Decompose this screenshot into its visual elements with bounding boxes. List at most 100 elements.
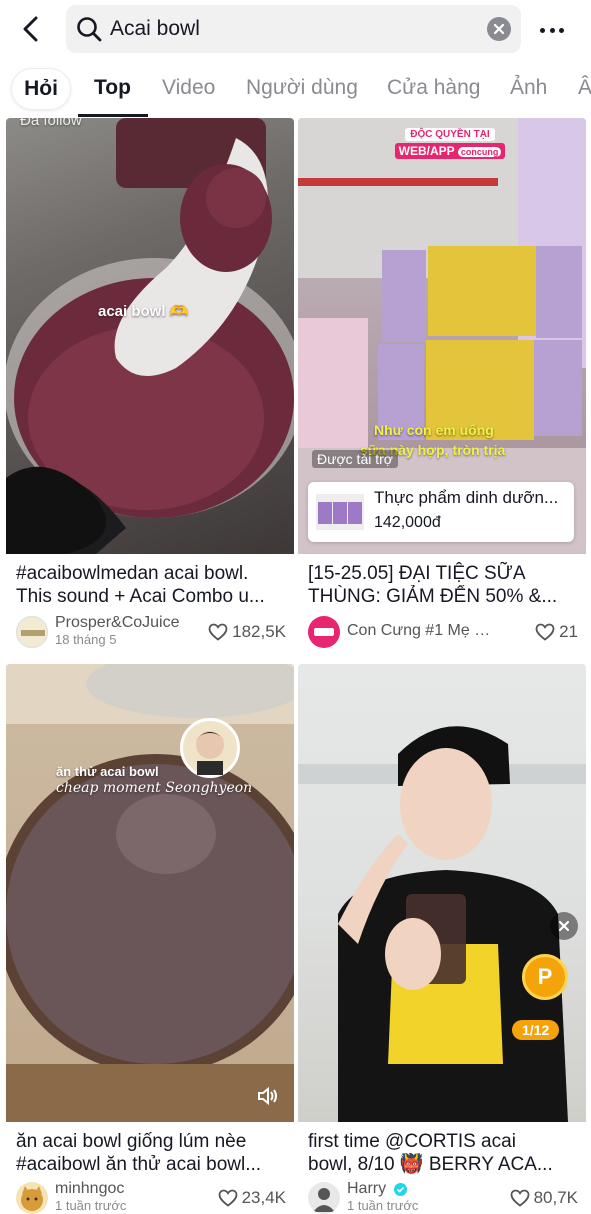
person-eating-image xyxy=(298,726,586,1122)
avatar[interactable] xyxy=(308,1182,340,1214)
product-box-icon xyxy=(318,502,362,524)
product-card[interactable]: Thực phẩm dinh dưỡn... 142,000đ xyxy=(308,482,574,542)
avatar[interactable] xyxy=(308,616,340,648)
back-button[interactable] xyxy=(14,12,48,46)
tab-users[interactable]: Người dùng xyxy=(246,76,358,100)
search-query-text: Acai bowl xyxy=(110,17,200,40)
verified-icon xyxy=(394,1183,407,1196)
acai-bowl-image xyxy=(6,664,294,1122)
like-count-text: 80,7K xyxy=(533,1188,578,1207)
chevron-left-icon xyxy=(23,16,38,42)
heart-icon xyxy=(208,623,228,641)
like-count[interactable]: 21 xyxy=(535,622,578,642)
video-overlay-text: ăn thử acai bowl xyxy=(56,764,159,779)
close-icon xyxy=(493,23,505,35)
creator-sticker-avatar xyxy=(180,718,240,778)
video-thumbnail[interactable]: ăn thử acai bowl cheap moment Seonghyeon xyxy=(6,664,294,1122)
followed-label: Đã follow xyxy=(20,118,82,129)
search-icon xyxy=(77,17,102,42)
video-caption[interactable]: #acaibowlmedan acai bowl. This sound + A… xyxy=(16,562,286,608)
banner-badge: WEB/APP concung xyxy=(394,143,506,159)
avatar[interactable] xyxy=(16,616,48,648)
heart-icon xyxy=(510,1189,529,1207)
video-overlay-text: acai bowl 🫶 xyxy=(98,303,189,320)
caption-line: This sound + Acai Combo u... xyxy=(16,586,265,607)
caption-line: first time @CORTIS acai xyxy=(308,1131,516,1152)
video-card[interactable]: ăn thử acai bowl cheap moment Seonghyeon… xyxy=(6,664,294,1214)
post-date: 1 tuần trước xyxy=(55,1198,127,1213)
top-bar: Acai bowl xyxy=(0,0,591,60)
exclusive-banner: ĐỘC QUYỀN TẠI WEB/APP concung xyxy=(390,124,510,160)
post-date: 18 tháng 5 xyxy=(55,632,117,647)
dot-icon xyxy=(559,27,564,33)
post-date: 1 tuần trước xyxy=(347,1198,419,1213)
tab-video[interactable]: Video xyxy=(162,76,215,100)
banner-text: ĐỘC QUYỀN TẠI xyxy=(405,128,495,141)
video-thumbnail[interactable]: Đã follow acai bowl 🫶 xyxy=(6,118,294,554)
video-caption[interactable]: ăn acai bowl giống lúm nèe #acaibowl ăn … xyxy=(16,1130,286,1176)
search-tabs: Hỏi Top Video Người dùng Cửa hàng Ảnh Â xyxy=(0,64,591,118)
like-count[interactable]: 80,7K xyxy=(510,1188,578,1208)
dot-icon xyxy=(540,27,545,33)
tab-shop[interactable]: Cửa hàng xyxy=(387,76,480,100)
tab-top[interactable]: Top xyxy=(94,76,131,100)
reward-progress-badge: 1/12 xyxy=(512,1020,560,1040)
video-caption[interactable]: [15-25.05] ĐẠI TIỆC SỮA THÙNG: GIẢM ĐẾN … xyxy=(308,562,578,608)
caption-line: bowl, 8/10 👹 BERRY ACA... xyxy=(308,1154,553,1175)
video-card-sponsored[interactable]: ĐỘC QUYỀN TẠI WEB/APP concung Như con em… xyxy=(298,118,586,658)
brand-logo-icon xyxy=(314,628,334,636)
avatar[interactable] xyxy=(16,1182,48,1214)
author-name[interactable]: Con Cưng #1 Mẹ và... xyxy=(347,622,495,640)
cat-avatar-icon xyxy=(21,1186,43,1211)
caption-line: #acaibowlmedan acai bowl. xyxy=(16,563,249,584)
video-meta: Con Cưng #1 Mẹ và... 21 xyxy=(308,614,580,650)
tab-overflow[interactable]: Â xyxy=(578,76,591,100)
like-count-text: 23,4K xyxy=(241,1188,286,1207)
video-meta: Harry 1 tuần trước 80,7K xyxy=(308,1180,580,1214)
heart-icon xyxy=(535,623,555,641)
video-meta: Prosper&CoJuice 18 tháng 5 182,5K xyxy=(16,614,288,650)
face-icon xyxy=(195,731,225,775)
search-input[interactable]: Acai bowl xyxy=(66,5,521,53)
tab-photos[interactable]: Ảnh xyxy=(510,76,547,100)
like-count[interactable]: 182,5K xyxy=(208,622,286,642)
sponsored-label: Được tài trợ xyxy=(312,450,398,468)
product-image xyxy=(316,494,364,530)
caption-line: THÙNG: GIẢM ĐẾN 50% &... xyxy=(308,586,558,607)
sound-button[interactable] xyxy=(256,1084,280,1108)
brand-logo-text: concung xyxy=(457,147,502,157)
banner-text: WEB/APP xyxy=(398,144,455,158)
video-card[interactable]: Đã follow acai bowl 🫶 #acaibowlmedan aca… xyxy=(6,118,294,658)
heart-icon xyxy=(218,1189,237,1207)
video-meta: minhngoc 1 tuần trước 23,4K xyxy=(16,1180,288,1214)
author-name[interactable]: minhngoc xyxy=(55,1180,124,1198)
brand-logo-icon xyxy=(21,630,45,636)
tab-ask[interactable]: Hỏi xyxy=(12,69,70,109)
speaker-icon xyxy=(258,1086,277,1106)
dot-icon xyxy=(549,27,555,33)
video-thumbnail[interactable]: P 1/12 xyxy=(298,664,586,1122)
like-count-text: 21 xyxy=(559,622,578,641)
product-name: Thực phẩm dinh dưỡn... xyxy=(374,488,559,507)
author-name[interactable]: Harry xyxy=(347,1180,386,1198)
video-caption[interactable]: first time @CORTIS acai bowl, 8/10 👹 BER… xyxy=(308,1130,578,1176)
active-tab-indicator xyxy=(78,114,148,117)
caption-line: ăn acai bowl giống lúm nèe xyxy=(16,1131,247,1152)
close-icon xyxy=(558,920,570,932)
video-thumbnail[interactable]: ĐỘC QUYỀN TẠI WEB/APP concung Như con em… xyxy=(298,118,586,554)
acai-tub-image xyxy=(6,118,294,554)
person-avatar-icon xyxy=(313,1188,335,1212)
dismiss-coin-button[interactable] xyxy=(550,912,578,940)
video-overlay-text: cheap moment Seonghyeon xyxy=(56,780,253,796)
caption-line: #acaibowl ăn thử acai bowl... xyxy=(16,1154,262,1175)
clear-search-button[interactable] xyxy=(487,17,511,41)
video-card[interactable]: P 1/12 first time @CORTIS acai bowl, 8/1… xyxy=(298,664,586,1214)
subtitle-line: Như con em uống xyxy=(374,422,494,438)
caption-line: [15-25.05] ĐẠI TIỆC SỮA xyxy=(308,563,526,584)
like-count-text: 182,5K xyxy=(232,622,286,641)
like-count[interactable]: 23,4K xyxy=(218,1188,286,1208)
more-options-button[interactable] xyxy=(534,18,570,42)
reward-coin-icon[interactable]: P xyxy=(522,954,568,1000)
product-price: 142,000đ xyxy=(374,514,441,531)
author-name[interactable]: Prosper&CoJuice xyxy=(55,614,180,632)
